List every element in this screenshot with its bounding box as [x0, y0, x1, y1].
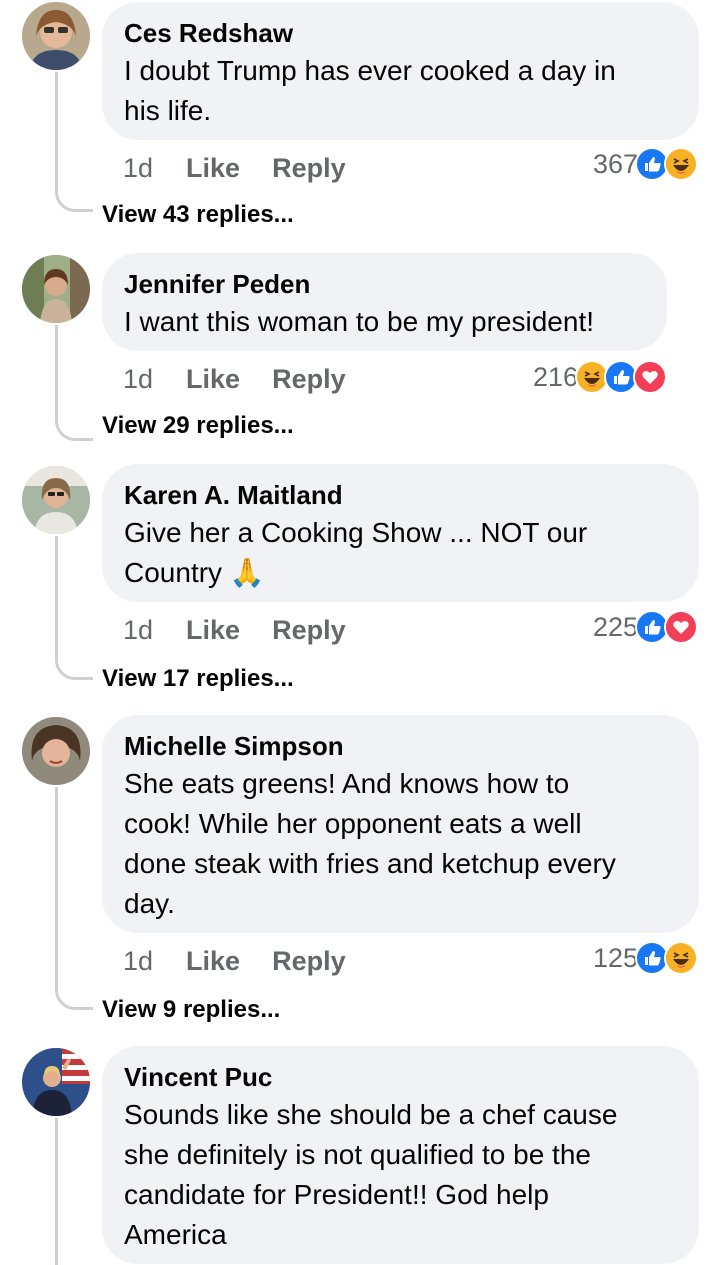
- reaction-count: 225: [592, 611, 638, 642]
- reaction-count: 216: [532, 361, 578, 392]
- haha-icon: [664, 147, 698, 181]
- thread-line: [55, 1118, 58, 1265]
- reaction-count: 367: [592, 148, 638, 179]
- reaction-summary[interactable]: 216: [533, 359, 667, 395]
- reply-button[interactable]: Reply: [272, 153, 346, 183]
- like-button[interactable]: Like: [186, 364, 240, 394]
- comment-text: Sounds like she should be a chef cause s…: [124, 1099, 618, 1250]
- love-icon: [633, 360, 667, 394]
- comment-time[interactable]: 1d: [123, 946, 153, 976]
- comment-actions: 1d Like Reply: [123, 943, 378, 979]
- view-replies-link[interactable]: View 29 replies...: [102, 411, 294, 441]
- avatar[interactable]: [22, 255, 90, 323]
- comment-author[interactable]: Karen A. Maitland: [124, 480, 677, 510]
- comment-bubble[interactable]: Michelle Simpson She eats greens! And kn…: [102, 715, 699, 933]
- comment-text: Give her a Cooking Show ... NOT our Coun…: [124, 517, 588, 588]
- view-replies-link[interactable]: View 43 replies...: [102, 200, 294, 230]
- thread-line: [55, 325, 58, 419]
- comment-time[interactable]: 1d: [123, 615, 153, 645]
- comment-author[interactable]: Ces Redshaw: [124, 18, 677, 48]
- view-replies-link[interactable]: View 9 replies...: [102, 995, 280, 1025]
- reply-button[interactable]: Reply: [272, 946, 346, 976]
- avatar[interactable]: [22, 466, 90, 534]
- reply-button[interactable]: Reply: [272, 615, 346, 645]
- thread-connector: [55, 190, 93, 212]
- comment-author[interactable]: Jennifer Peden: [124, 269, 645, 299]
- thread-connector: [55, 658, 93, 680]
- comment-bubble[interactable]: Vincent Puc Sounds like she should be a …: [102, 1046, 699, 1264]
- thread-line: [55, 72, 58, 190]
- reply-button[interactable]: Reply: [272, 364, 346, 394]
- reaction-summary[interactable]: 125: [593, 940, 698, 976]
- comment-author[interactable]: Vincent Puc: [124, 1062, 677, 1092]
- avatar[interactable]: [22, 717, 90, 785]
- thread-connector: [55, 988, 93, 1010]
- like-button[interactable]: Like: [186, 615, 240, 645]
- comment-bubble[interactable]: Karen A. Maitland Give her a Cooking Sho…: [102, 464, 699, 602]
- like-button[interactable]: Like: [186, 153, 240, 183]
- comment-actions: 1d Like Reply: [123, 150, 378, 186]
- comment-author[interactable]: Michelle Simpson: [124, 731, 677, 761]
- comment-bubble[interactable]: Jennifer Peden I want this woman to be m…: [102, 253, 667, 351]
- reaction-summary[interactable]: 225: [593, 609, 698, 645]
- reaction-summary[interactable]: 367: [593, 146, 698, 182]
- view-replies-link[interactable]: View 17 replies...: [102, 664, 294, 694]
- comment-text: I doubt Trump has ever cooked a day in h…: [124, 55, 616, 126]
- comment-actions: 1d Like Reply: [123, 361, 378, 397]
- comment-text: She eats greens! And knows how to cook! …: [124, 768, 616, 919]
- comment-text: I want this woman to be my president!: [124, 306, 594, 337]
- avatar[interactable]: [22, 1048, 90, 1116]
- thread-line: [55, 787, 58, 988]
- thread-line: [55, 536, 58, 658]
- thread-connector: [55, 419, 93, 441]
- comment-time[interactable]: 1d: [123, 364, 153, 394]
- haha-icon: [664, 941, 698, 975]
- like-button[interactable]: Like: [186, 946, 240, 976]
- reaction-count: 125: [592, 942, 638, 973]
- comment-actions: 1d Like Reply: [123, 612, 378, 648]
- avatar[interactable]: [22, 2, 90, 70]
- comment-bubble[interactable]: Ces Redshaw I doubt Trump has ever cooke…: [102, 2, 699, 140]
- love-icon: [664, 610, 698, 644]
- comment-time[interactable]: 1d: [123, 153, 153, 183]
